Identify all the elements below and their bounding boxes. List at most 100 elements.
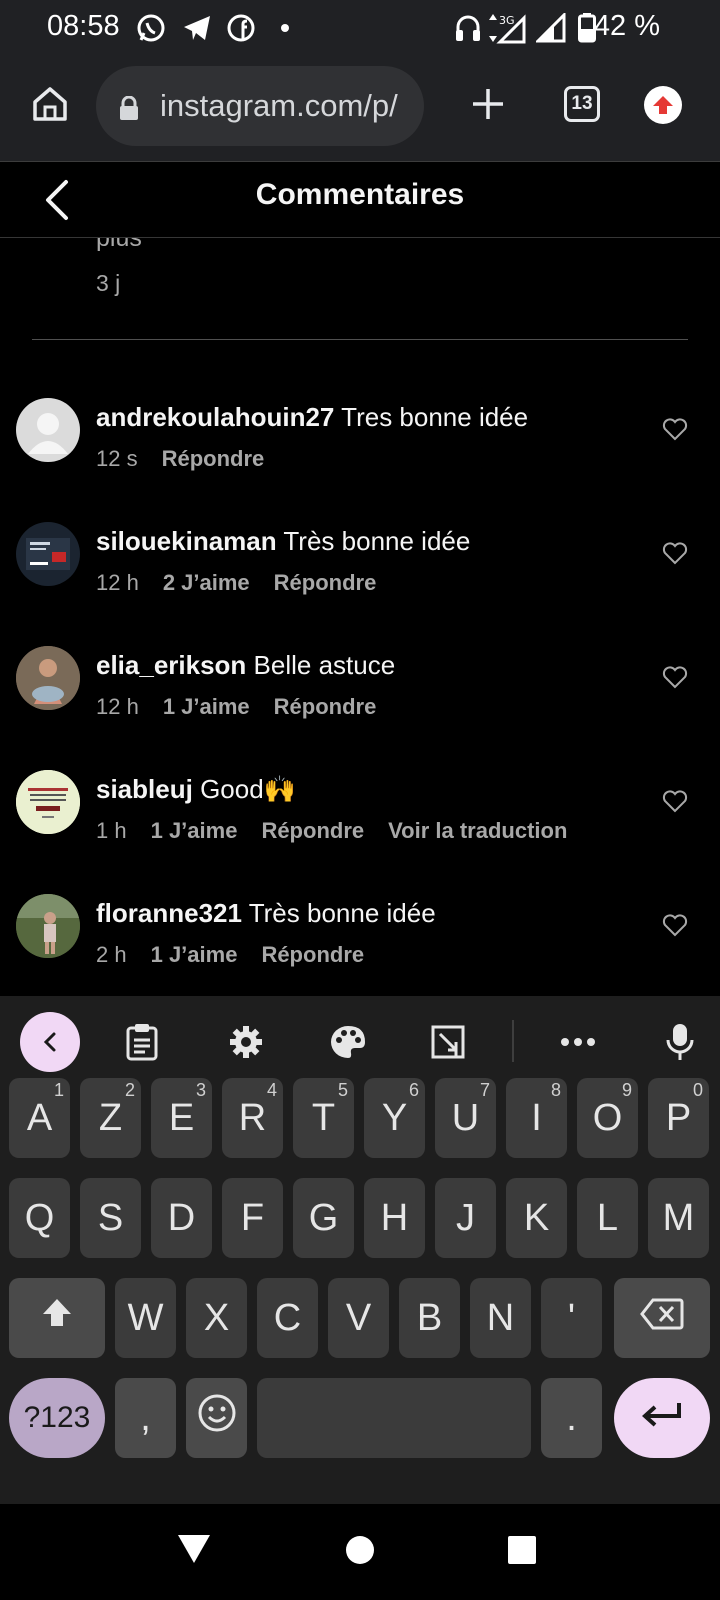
new-tab-icon[interactable] (466, 82, 510, 126)
lock-icon[interactable] (118, 95, 140, 125)
likes-count[interactable]: 1 J’aime (151, 942, 238, 968)
comment-item: andrekoulahouin27 Tres bonne idée 12 s R… (0, 398, 720, 508)
key-a[interactable]: A1 (9, 1078, 70, 1158)
avatar[interactable] (16, 770, 80, 834)
key-d[interactable]: D (151, 1178, 212, 1258)
key-p[interactable]: P0 (648, 1078, 709, 1158)
shift-key[interactable] (9, 1278, 105, 1358)
emoji-key[interactable] (186, 1378, 247, 1458)
settings-icon[interactable] (216, 1012, 276, 1072)
key-c[interactable]: C (257, 1278, 318, 1358)
mic-icon[interactable] (650, 1012, 710, 1072)
shift-icon (40, 1296, 74, 1340)
home-icon[interactable] (28, 82, 72, 126)
avatar[interactable] (16, 894, 80, 958)
headphones-icon (454, 12, 482, 44)
comment-meta: 12 h 2 J’aime Répondre (96, 570, 376, 596)
url-text[interactable]: instagram.com/p/ (160, 88, 398, 124)
key-j[interactable]: J (435, 1178, 496, 1258)
comment-meta: 2 h 1 J’aime Répondre (96, 942, 364, 968)
avatar[interactable] (16, 398, 80, 462)
key-s[interactable]: S (80, 1178, 141, 1258)
key-b[interactable]: B (399, 1278, 460, 1358)
key-z[interactable]: Z2 (80, 1078, 141, 1158)
comment-time: 12 h (96, 694, 139, 719)
key-e[interactable]: E3 (151, 1078, 212, 1158)
avatar[interactable] (16, 522, 80, 586)
comment-username[interactable]: floranne321 (96, 898, 242, 928)
avatar[interactable] (16, 646, 80, 710)
likes-count[interactable]: 1 J’aime (163, 694, 250, 720)
tab-count[interactable]: 13 (564, 86, 600, 122)
comment-text: Belle astuce (253, 650, 396, 680)
comment-text-line: silouekinaman Très bonne idée (96, 526, 470, 557)
comment-username[interactable]: andrekoulahouin27 (96, 402, 334, 432)
comment-text-line: siableuj Good🙌 (96, 774, 296, 805)
comments-list: plus 3 j andrekoulahouin27 Tres bonne id… (0, 238, 720, 996)
status-bar: 08:58 3G 42 % (0, 0, 720, 56)
more-icon[interactable] (548, 1012, 608, 1072)
battery-percentage: 42 % (593, 10, 660, 42)
status-time: 08:58 (47, 10, 120, 42)
backspace-key[interactable] (614, 1278, 710, 1358)
reply-button[interactable]: Répondre (162, 446, 265, 472)
heart-icon[interactable] (662, 540, 688, 566)
reply-button[interactable]: Répondre (261, 942, 364, 968)
key-i[interactable]: I8 (506, 1078, 567, 1158)
heart-icon[interactable] (662, 788, 688, 814)
key-k[interactable]: K (506, 1178, 567, 1258)
address-bar[interactable]: instagram.com/p/ (96, 66, 424, 146)
comment-username[interactable]: siableuj (96, 774, 193, 804)
see-translation-button[interactable]: Voir la traduction (388, 818, 567, 844)
comma-key[interactable]: , (115, 1378, 176, 1458)
key-apostrophe[interactable]: ' (541, 1278, 602, 1358)
key-l[interactable]: L (577, 1178, 638, 1258)
crop-icon[interactable] (418, 1012, 478, 1072)
key-o[interactable]: O9 (577, 1078, 638, 1158)
recents-nav-icon[interactable] (506, 1534, 538, 1566)
key-m[interactable]: M (648, 1178, 709, 1258)
reply-button[interactable]: Répondre (261, 818, 364, 844)
comment-time: 12 h (96, 570, 139, 595)
key-g[interactable]: G (293, 1178, 354, 1258)
space-bar[interactable] (257, 1378, 531, 1458)
key-n[interactable]: N (470, 1278, 531, 1358)
previous-comment-time: 3 j (96, 270, 121, 296)
update-icon[interactable] (644, 86, 682, 124)
key-f[interactable]: F (222, 1178, 283, 1258)
period-key[interactable]: . (541, 1378, 602, 1458)
home-nav-icon[interactable] (344, 1534, 376, 1566)
key-u[interactable]: U7 (435, 1078, 496, 1158)
comment-item: elia_erikson Belle astuce 12 h 1 J’aime … (0, 646, 720, 756)
comment-meta: 12 s Répondre (96, 446, 264, 472)
key-h[interactable]: H (364, 1178, 425, 1258)
heart-icon[interactable] (662, 912, 688, 938)
reply-button[interactable]: Répondre (274, 694, 377, 720)
heart-icon[interactable] (662, 664, 688, 690)
clipboard-icon[interactable] (112, 1012, 172, 1072)
palette-icon[interactable] (318, 1012, 378, 1072)
comment-username[interactable]: elia_erikson (96, 650, 246, 680)
reply-button[interactable]: Répondre (274, 570, 377, 596)
comment-text-line: elia_erikson Belle astuce (96, 650, 395, 681)
enter-key[interactable] (614, 1378, 710, 1458)
comment-username[interactable]: silouekinaman (96, 526, 277, 556)
likes-count[interactable]: 1 J’aime (151, 818, 238, 844)
back-icon[interactable] (20, 1012, 80, 1072)
key-x[interactable]: X (186, 1278, 247, 1358)
key-t[interactable]: T5 (293, 1078, 354, 1158)
symbols-key[interactable]: ?123 (9, 1378, 105, 1458)
back-nav-icon[interactable] (176, 1532, 212, 1566)
backspace-icon (640, 1297, 684, 1340)
key-w[interactable]: W (115, 1278, 176, 1358)
key-q[interactable]: Q (9, 1178, 70, 1258)
key-r[interactable]: R4 (222, 1078, 283, 1158)
tabs-button[interactable]: 13 (564, 86, 600, 122)
key-y[interactable]: Y6 (364, 1078, 425, 1158)
key-v[interactable]: V (328, 1278, 389, 1358)
likes-count[interactable]: 2 J’aime (163, 570, 250, 596)
comment-time: 12 s (96, 446, 138, 471)
whatsapp-icon (136, 12, 166, 44)
heart-icon[interactable] (662, 416, 688, 442)
comment-text-line: andrekoulahouin27 Tres bonne idée (96, 402, 528, 433)
